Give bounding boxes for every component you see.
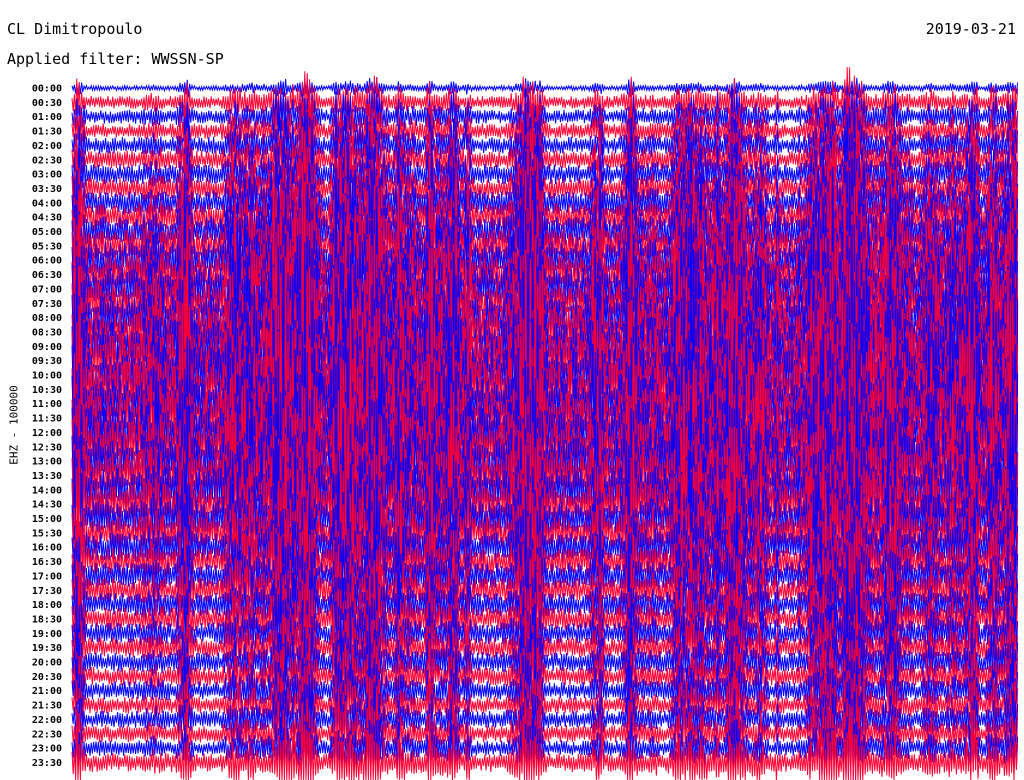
row-time-label: 11:00 [32,399,62,410]
seismogram-plot: 00:00 00:30 01:00 01:30 02:00 02:30 03:00 03:30… [32,67,1019,780]
row-time-label: 09:30 [32,356,62,367]
row-time-label: 20:00 [32,658,62,669]
row-time-label: 15:30 [32,528,62,539]
row-time-label: 14:30 [32,500,62,511]
row-time-label: 09:00 [32,342,62,353]
row-time-label: 17:30 [32,586,62,597]
row-time-label: 05:30 [32,241,62,252]
row-time-label: 19:00 [32,629,62,640]
row-time-label: 05:00 [32,227,62,238]
row-time-label: 14:00 [32,485,62,496]
row-time-label: 04:30 [32,213,62,224]
row-time-label: 23:30 [32,758,62,769]
row-time-label: 02:00 [32,141,62,152]
row-time-label: 02:30 [32,155,62,166]
row-time-label: 13:30 [32,471,62,482]
row-time-label: 22:30 [32,729,62,740]
row-time-label: 07:30 [32,299,62,310]
row-time-label: 06:00 [32,256,62,267]
row-time-label: 12:00 [32,428,62,439]
row-time-label: 01:00 [32,112,62,123]
row-time-label: 08:00 [32,313,62,324]
row-time-label: 18:30 [32,614,62,625]
row-time-label: 16:00 [32,543,62,554]
row-time-label: 21:00 [32,686,62,697]
row-time-label: 16:30 [32,557,62,568]
row-time-label: 03:00 [32,170,62,181]
row-time-label: 06:30 [32,270,62,281]
row-time-label: 10:00 [32,371,62,382]
row-time-label: 08:30 [32,327,62,338]
row-time-label: 20:30 [32,672,62,683]
row-time-label: 22:00 [32,715,62,726]
row-time-label: 10:30 [32,385,62,396]
row-time-label: 04:00 [32,198,62,209]
row-time-label: 11:30 [32,414,62,425]
row-time-label: 03:30 [32,184,62,195]
row-time-label: 19:30 [32,643,62,654]
row-time-label: 01:30 [32,127,62,138]
row-time-label: 13:00 [32,457,62,468]
row-time-label: 00:00 [32,84,62,95]
row-time-label: 18:00 [32,600,62,611]
row-time-label: 15:00 [32,514,62,525]
row-time-label: 07:00 [32,284,62,295]
row-time-label: 12:30 [32,442,62,453]
row-time-label: 23:00 [32,744,62,755]
row-time-label: 17:00 [32,571,62,582]
row-time-label: 21:30 [32,701,62,712]
row-time-label: 00:30 [32,98,62,109]
